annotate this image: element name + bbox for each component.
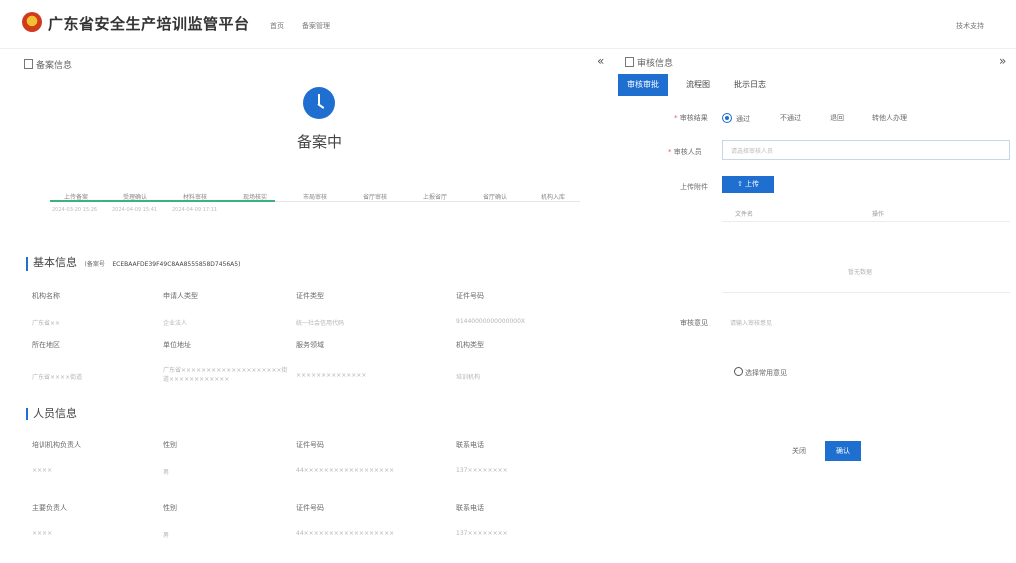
basic-header-7: 服务领域 [296,341,324,349]
platform-title: 广东省安全生产培训监管平台 [48,15,250,33]
person2-header-1: 主要负责人 [32,504,67,512]
tab-log[interactable]: 批示日志 [734,74,766,96]
radio-selected-icon [722,113,732,123]
approver-label: * 审核人员 [668,147,702,157]
nav-home[interactable]: 首页 [270,21,284,31]
basic-value-6: 广东省××××××××××××××××××××街道×××××××××××× [163,367,288,383]
emblem-logo-icon [22,12,42,32]
step-time-3: 2024-04-09 17:11 [172,207,218,213]
option-return[interactable]: 退回 [830,113,844,123]
record-status: 备案中 [297,133,343,151]
basic-value-5: 广东省××××街道 [32,374,83,381]
person2-value-4: 137×××××××× [456,530,508,537]
basic-value-4: 91440000000000000X [456,318,526,325]
approver-input[interactable]: 请选择审核人员 [722,140,1010,160]
close-button[interactable]: 关闭 [778,441,820,461]
document-icon [625,57,634,67]
basic-header-2: 申请人类型 [163,292,198,300]
result-label-text: 审核结果 [679,114,708,122]
collapse-left-icon[interactable]: « [597,54,604,68]
record-number-label: (备案号 [84,261,105,268]
person1-header-2: 性别 [163,441,177,449]
step-6: 省厅审核 [363,194,388,201]
left-panel-header: 备案信息 [24,58,72,71]
step-time-1: 2024-03-20 15:26 [52,207,98,213]
option-fail[interactable]: 不通过 [780,113,801,123]
step-8: 省厅确认 [483,194,508,201]
option-pass-label: 通过 [736,115,750,123]
basic-value-7: ×××××××××××××× [296,372,367,379]
step-2: 受理确认 [123,194,148,201]
option-transfer[interactable]: 转他人办理 [872,113,907,123]
file-table-bottom [722,292,1010,293]
basic-header-6: 单位地址 [163,341,191,349]
opinion-textarea[interactable]: 请输入审核意见 [730,318,772,327]
step-5: 市局审核 [303,194,328,201]
basic-info-title-text: 基本信息 [33,256,77,269]
basic-header-4: 证件号码 [456,292,484,300]
file-table-divider [722,221,1010,222]
upload-label: 上传附件 [680,183,708,191]
common-opinion-text: 选择常用意见 [745,369,787,377]
step-3: 材料审核 [183,194,208,201]
basic-value-3: 统一社会信用代码 [296,320,345,327]
basic-value-2: 企业法人 [163,320,188,327]
approver-label-text: 审核人员 [673,148,702,156]
basic-header-5: 所在地区 [32,341,60,349]
left-panel-title: 备案信息 [36,61,73,71]
file-table-empty: 暂无数据 [848,269,873,276]
opinion-label: 审核意见 [680,319,708,327]
person1-value-1: ×××× [32,467,53,474]
clock-icon [303,87,335,119]
tech-support-link[interactable]: 技术支持 [956,21,984,31]
basic-header-8: 机构类型 [456,341,484,349]
person2-value-2: 男 [163,532,170,539]
chat-icon [734,367,743,376]
person1-header-1: 培训机构负责人 [32,441,81,449]
person2-value-1: ×××× [32,530,53,537]
upload-button[interactable]: ⇧ 上传 [722,176,774,193]
document-icon [24,59,33,69]
step-time-2: 2024-04-09 15:41 [112,207,158,213]
file-header-action: 操作 [872,211,885,218]
person2-header-4: 联系电话 [456,504,484,512]
record-number: ECEBAAFDE39F49C8AA8555858D7456A5) [112,261,241,268]
result-label: * 审核结果 [674,113,708,123]
step-4: 现场核实 [243,194,268,201]
person2-header-3: 证件号码 [296,504,324,512]
basic-value-8: 培训机构 [456,374,481,381]
common-opinion-link[interactable]: 选择常用意见 [734,367,787,378]
person2-header-2: 性别 [163,504,177,512]
file-header-name: 文件名 [735,211,754,218]
person1-header-3: 证件号码 [296,441,324,449]
step-9: 机构入库 [541,194,566,201]
person2-value-3: 44×××××××××××××××××× [296,530,395,537]
option-pass[interactable]: 通过 [722,113,750,124]
upload-button-label: 上传 [745,180,760,188]
person1-header-4: 联系电话 [456,441,484,449]
step-7: 上报省厅 [423,194,448,201]
right-panel-title: 审核信息 [637,59,674,69]
right-panel-header: 审核信息 [625,56,673,69]
collapse-right-icon[interactable]: » [999,54,1006,68]
confirm-button[interactable]: 确认 [825,441,861,461]
step-1: 上传备案 [64,194,89,201]
basic-info-title: 基本信息 (备案号 ECEBAAFDE39F49C8AA8555858D7456… [26,257,240,271]
basic-value-1: 广东省×× [32,320,61,327]
person1-value-4: 137×××××××× [456,467,508,474]
person-info-title: 人员信息 [26,408,77,420]
tab-review[interactable]: 审核审批 [618,74,668,96]
person-info-title-text: 人员信息 [33,407,77,420]
basic-header-3: 证件类型 [296,292,324,300]
person1-value-3: 44×××××××××××××××××× [296,467,395,474]
person1-value-2: 男 [163,469,170,476]
tab-flowchart[interactable]: 流程图 [686,74,710,96]
nav-record-management[interactable]: 备案管理 [302,21,330,31]
basic-header-1: 机构名称 [32,292,60,300]
